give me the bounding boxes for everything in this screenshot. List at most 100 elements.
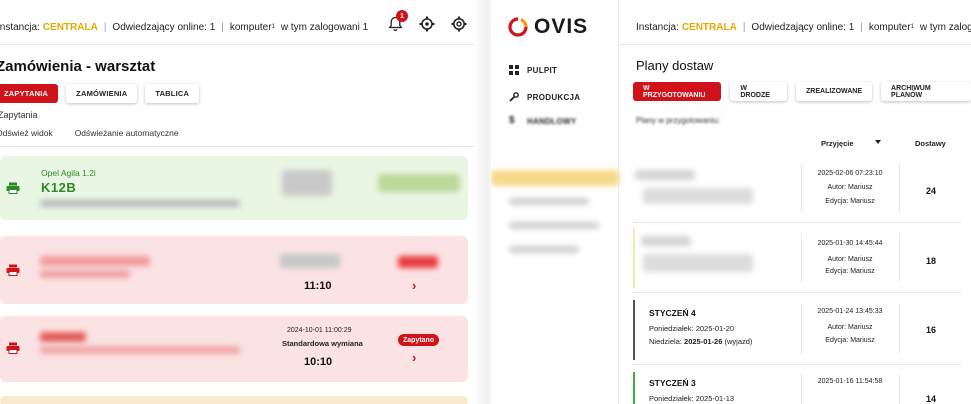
ovis-logo[interactable]: OVIS [508, 15, 588, 39]
redacted-nav [509, 246, 579, 253]
tab-on-the-way[interactable]: W DRODZE [730, 82, 788, 101]
plan-author: Autor: Mariusz [827, 256, 873, 263]
printer-icon[interactable] [6, 182, 20, 194]
plan-author: Autor: Mariusz [827, 184, 873, 191]
plan-delivery-count: 14 [925, 394, 936, 404]
plan-editor: Edycja: Mariusz [825, 268, 875, 275]
row-divider [633, 364, 961, 365]
plan-row[interactable]: 2025-02-06 07:23:10 Autor: Mariusz Edycj… [633, 158, 961, 218]
order-time: 10:10 [304, 356, 333, 368]
plan-sunday-note: (wyjazd) [724, 337, 753, 346]
column-divider [899, 164, 900, 212]
plan-sunday-date: 2025-01-26 [684, 337, 723, 346]
redacted-plate [40, 332, 86, 342]
sort-desc-icon[interactable] [875, 140, 881, 144]
column-divider [801, 304, 802, 354]
redacted-plate [40, 270, 130, 278]
plan-created: 2025-01-16 11:54:58 [817, 378, 883, 385]
order-card[interactable]: Opel Agila 1.2i K12B [0, 156, 468, 220]
page-title: Zamówienia - warsztat [0, 58, 156, 75]
order-card[interactable]: 2024-10-01 11:00:29 Standardowa wymiana … [0, 316, 468, 382]
printer-icon[interactable] [6, 342, 20, 354]
settings-gear-icon[interactable] [417, 14, 437, 34]
plan-monday: Poniedziałek: 2025-01-20 [649, 324, 735, 333]
plan-sunday-label: Niedziela: [649, 337, 682, 346]
topbar-divider [619, 44, 971, 45]
online-visitors: Odwiedzający online: 1 [112, 21, 216, 33]
redacted-date [280, 254, 340, 268]
auto-refresh-toggle[interactable]: Odświeżanie automatyczne [75, 128, 179, 138]
column-divider [801, 374, 802, 404]
sidebar-item-label: PRODUKCJA [527, 92, 581, 102]
separator: | [103, 21, 107, 33]
open-order-arrow-icon[interactable]: › [412, 350, 416, 365]
plan-created: 2025-01-24 13:45:33 [817, 308, 883, 315]
instance-label: Instancja: [0, 21, 40, 33]
plan-editor: Edycja: Mariusz [825, 198, 875, 205]
instance-value: CENTRALA [42, 21, 98, 33]
column-divider [801, 164, 802, 212]
plan-created: 2025-01-30 14:45:44 [817, 240, 883, 247]
plan-month: STYCZEŃ 4 [649, 308, 696, 318]
ovis-logo-icon [508, 17, 528, 37]
open-order-arrow-icon[interactable]: › [412, 278, 416, 293]
column-divider [899, 304, 900, 354]
refresh-view-button[interactable]: Odśwież widok [0, 128, 53, 138]
notification-badge: 1 [396, 10, 408, 22]
delivery-plans-panel: OVIS PULPIT PRODUKCJA $ HANDLOWY Instanc… [491, 0, 971, 404]
order-tabs: ZAPYTANIA ZAMÓWIENIA TABLICA [0, 84, 200, 103]
order-card[interactable]: 11:10 › [0, 236, 468, 304]
wrench-icon [509, 92, 519, 102]
plan-created: 2025-02-06 07:23:10 [817, 170, 883, 177]
computer-label: komputer [868, 21, 911, 33]
plan-month: STYCZEŃ 3 [649, 378, 696, 388]
plan-author: Autor: Mariusz [827, 324, 873, 331]
list-divider [0, 146, 477, 147]
logo-text: OVIS [534, 15, 589, 38]
plan-row[interactable]: 2025-01-30 14:45:44 Autor: Mariusz Edycj… [633, 228, 961, 288]
redacted-status [398, 256, 438, 268]
column-created[interactable]: Przyjęcie [821, 139, 854, 148]
computer-label: komputer [229, 21, 272, 33]
printer-icon[interactable] [6, 264, 20, 276]
license-plate: K12B [41, 180, 77, 195]
sidebar-item-label: HANDLOWY [527, 116, 577, 126]
redacted-nav [509, 222, 599, 229]
plan-row[interactable]: STYCZEŃ 3 Poniedziałek: 2025-01-13 2025-… [633, 372, 961, 404]
target-gear-icon[interactable] [449, 14, 469, 34]
redacted-details [40, 346, 240, 354]
redacted-active-nav [491, 170, 619, 186]
column-deliveries: Dostawy [915, 139, 946, 148]
tab-board[interactable]: TABLICA [145, 84, 200, 103]
row-divider [633, 222, 961, 223]
inquiries-heading: Zapytania [0, 110, 38, 120]
grid-icon [509, 65, 519, 75]
redacted-details [40, 200, 240, 207]
status-badge: Zapytano [398, 334, 440, 346]
redacted-date [282, 170, 332, 196]
row-accent [633, 300, 635, 360]
toolbar-icons: 1 [385, 10, 469, 34]
plan-delivery-count: 24 [925, 186, 936, 196]
tab-completed[interactable]: ZREALIZOWANE [796, 82, 873, 101]
sidebar: OVIS PULPIT PRODUKCJA $ HANDLOWY [491, 0, 619, 404]
sidebar-item-produkcja[interactable]: PRODUKCJA [509, 92, 580, 102]
order-time: 11:10 [304, 280, 332, 292]
instance-value: CENTRALA [681, 21, 737, 33]
redacted-dates [643, 188, 753, 204]
sidebar-item-handlowy[interactable]: $ HANDLOWY [509, 116, 577, 126]
online-visitors: Odwiedzający online: 1 [751, 21, 855, 33]
order-card-partial [0, 396, 468, 404]
workshop-orders-panel: Instancja: CENTRALA | Odwiedzający onlin… [0, 0, 477, 404]
tab-inquiries[interactable]: ZAPYTANIA [0, 84, 59, 103]
tab-archive[interactable]: ARCHIWUM PLANÓW [881, 82, 971, 101]
tab-in-preparation[interactable]: W PRZYGOTOWANIU [633, 82, 722, 101]
tab-orders[interactable]: ZAMÓWIENIA [66, 84, 138, 103]
sidebar-item-pulpit[interactable]: PULPIT [509, 65, 557, 75]
plan-delivery-count: 16 [925, 325, 936, 335]
list-heading: Plany w przygotowaniu: [636, 116, 721, 125]
plan-row[interactable]: STYCZEŃ 4 Poniedziałek: 2025-01-20 Niedz… [633, 300, 961, 360]
page-title: Plany dostaw [636, 58, 714, 73]
plan-editor: Edycja: Mariusz [825, 337, 875, 344]
bell-icon[interactable]: 1 [385, 10, 408, 34]
